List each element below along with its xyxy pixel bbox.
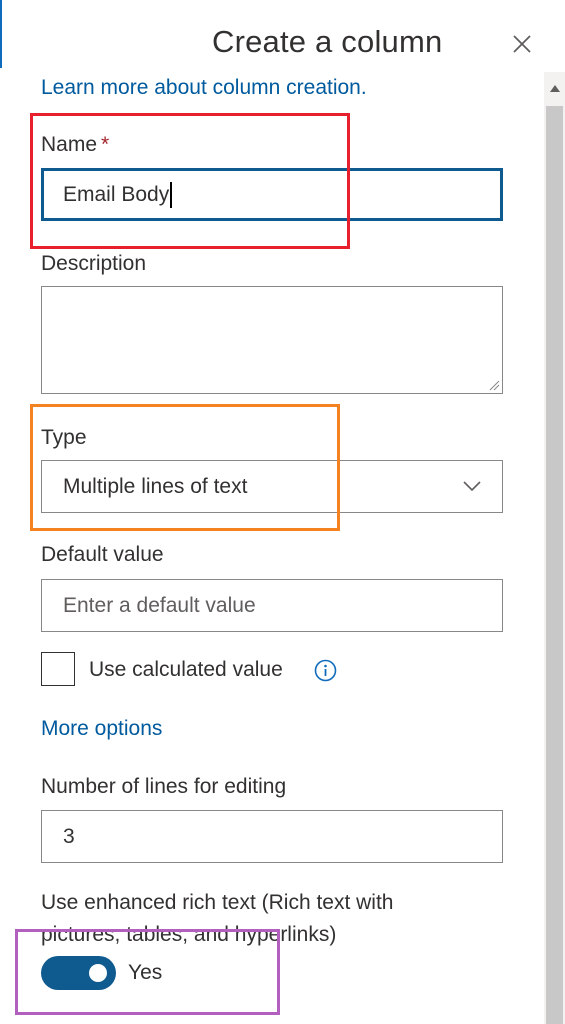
name-label: Name * (41, 133, 109, 157)
type-dropdown[interactable]: Multiple lines of text (41, 460, 503, 513)
type-label: Type (41, 426, 87, 449)
resize-grip-icon[interactable] (488, 379, 500, 391)
lines-input[interactable]: 3 (41, 810, 503, 863)
toggle-knob (89, 964, 107, 982)
scrollbar[interactable] (544, 72, 565, 1024)
name-input-value: Email Body (63, 182, 170, 206)
lines-input-value: 3 (63, 824, 75, 848)
learn-more-link[interactable]: Learn more about column creation. (41, 76, 367, 100)
scroll-up-arrow-icon[interactable] (544, 72, 565, 104)
default-value-placeholder: Enter a default value (63, 593, 256, 617)
type-selected-value: Multiple lines of text (63, 474, 248, 498)
calculated-value-label: Use calculated value (89, 658, 283, 681)
default-value-label: Default value (41, 543, 164, 566)
rich-text-label-line2: pictures, tables, and hyperlinks) (41, 923, 337, 946)
lines-label: Number of lines for editing (41, 775, 287, 798)
rich-text-toggle-label: Yes (128, 961, 163, 984)
calculated-value-checkbox[interactable] (41, 652, 75, 686)
default-value-input[interactable]: Enter a default value (41, 579, 503, 632)
close-icon (513, 35, 531, 53)
name-input[interactable]: Email Body (41, 168, 503, 221)
left-edge-accent (0, 0, 2, 68)
required-marker: * (101, 133, 110, 156)
info-icon[interactable] (314, 659, 337, 682)
text-caret (170, 181, 172, 208)
description-label: Description (41, 252, 147, 275)
scroll-thumb[interactable] (546, 106, 563, 1024)
description-textarea[interactable] (41, 286, 503, 394)
panel-title: Create a column (212, 24, 443, 59)
chevron-down-icon (463, 481, 481, 492)
rich-text-toggle[interactable] (41, 956, 116, 990)
close-button[interactable] (506, 28, 538, 60)
more-options-link[interactable]: More options (41, 717, 162, 741)
rich-text-label-line1: Use enhanced rich text (Rich text with (41, 891, 394, 914)
name-label-text: Name (41, 133, 98, 156)
